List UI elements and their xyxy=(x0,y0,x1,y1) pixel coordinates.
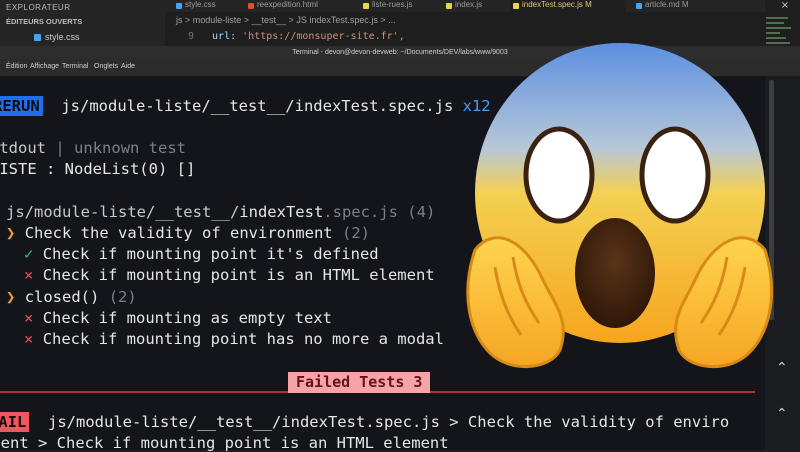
menu-edition[interactable]: Édition xyxy=(6,63,27,70)
editor-tabs: style.css reexpedition.html liste-rues.j… xyxy=(165,0,765,12)
tab-index-js[interactable]: index.js xyxy=(443,0,482,12)
open-file-item[interactable]: style.css xyxy=(34,32,80,42)
tab-liste-rues-js[interactable]: liste-rues.js xyxy=(360,0,412,12)
right-eye xyxy=(639,126,711,224)
face-screaming-in-fear-icon xyxy=(466,43,773,368)
cross-icon: × xyxy=(24,266,34,284)
mouth xyxy=(575,218,655,328)
menu-onglets[interactable]: Onglets xyxy=(94,63,118,70)
breadcrumb[interactable]: js > module-liste > __test__ > JS indexT… xyxy=(176,15,396,25)
menu-aide[interactable]: Aide xyxy=(121,63,135,70)
collapse-icon[interactable]: ⌃ xyxy=(776,406,788,422)
group-line: ❯ Check the validity of environment (2) xyxy=(6,224,370,242)
suite-line: js/module-liste/__test__/indexTest.spec.… xyxy=(6,203,436,221)
line-number: 9 xyxy=(188,31,195,42)
cross-icon: × xyxy=(24,309,34,327)
markdown-file-icon xyxy=(636,3,642,9)
failed-tests-banner: Failed Tests 3 xyxy=(288,372,431,393)
html-file-icon xyxy=(248,3,254,9)
chevron-right-icon: ❯ xyxy=(6,224,16,242)
close-icon[interactable]: × xyxy=(770,0,800,12)
left-eye xyxy=(523,126,595,224)
group-line: ❯ closed() (2) xyxy=(6,288,137,306)
explorer-title: EXPLORATEUR xyxy=(6,3,71,12)
check-icon: ✓ xyxy=(24,245,34,263)
js-file-icon xyxy=(446,3,452,9)
rerun-badge: RERUN xyxy=(0,96,43,116)
explorer-panel: EXPLORATEUR ÉDITEURS OUVERTS style.css xyxy=(0,0,165,46)
code-string: 'https://monsuper-site.fr', xyxy=(242,31,405,42)
stdout-line: stdout | unknown test xyxy=(0,139,187,157)
js-file-icon xyxy=(363,3,369,9)
tab-indextest-spec-js[interactable]: indexTest.spec.js M xyxy=(510,0,625,12)
code-line[interactable]: 9 url: 'https://monsuper-site.fr', xyxy=(188,31,405,42)
rerun-line: RERUN js/module-liste/__test__/indexTest… xyxy=(0,96,491,116)
js-file-icon xyxy=(513,3,519,9)
menu-affichage[interactable]: Affichage xyxy=(30,63,59,70)
test-row: ✓ Check if mounting point it's defined xyxy=(24,245,379,263)
css-file-icon xyxy=(176,3,182,9)
code-key: url: xyxy=(212,31,237,42)
fail-line-continued: nment > Check if mounting point is an HT… xyxy=(0,434,449,452)
test-row: × Check if mounting as empty text xyxy=(24,309,332,327)
test-row: × Check if mounting point is an HTML ele… xyxy=(24,266,435,284)
chevron-right-icon: ❯ xyxy=(6,288,16,306)
tab-style-css[interactable]: style.css xyxy=(173,0,216,12)
tab-article-md[interactable]: article.md M xyxy=(633,0,689,12)
console-log-line: LISTE : NodeList(0) [] xyxy=(0,160,196,178)
cross-icon: × xyxy=(24,330,34,348)
css-file-icon xyxy=(34,34,41,42)
test-row: × Check if mounting point has no more a … xyxy=(24,330,444,348)
fail-badge: FAIL xyxy=(0,412,30,432)
open-editors-section[interactable]: ÉDITEURS OUVERTS xyxy=(6,17,82,26)
fail-line: FAIL js/module-liste/__test__/indexTest.… xyxy=(0,412,729,432)
tab-reexpedition-html[interactable]: reexpedition.html xyxy=(245,0,318,12)
menu-terminal[interactable]: Terminal xyxy=(62,63,88,70)
